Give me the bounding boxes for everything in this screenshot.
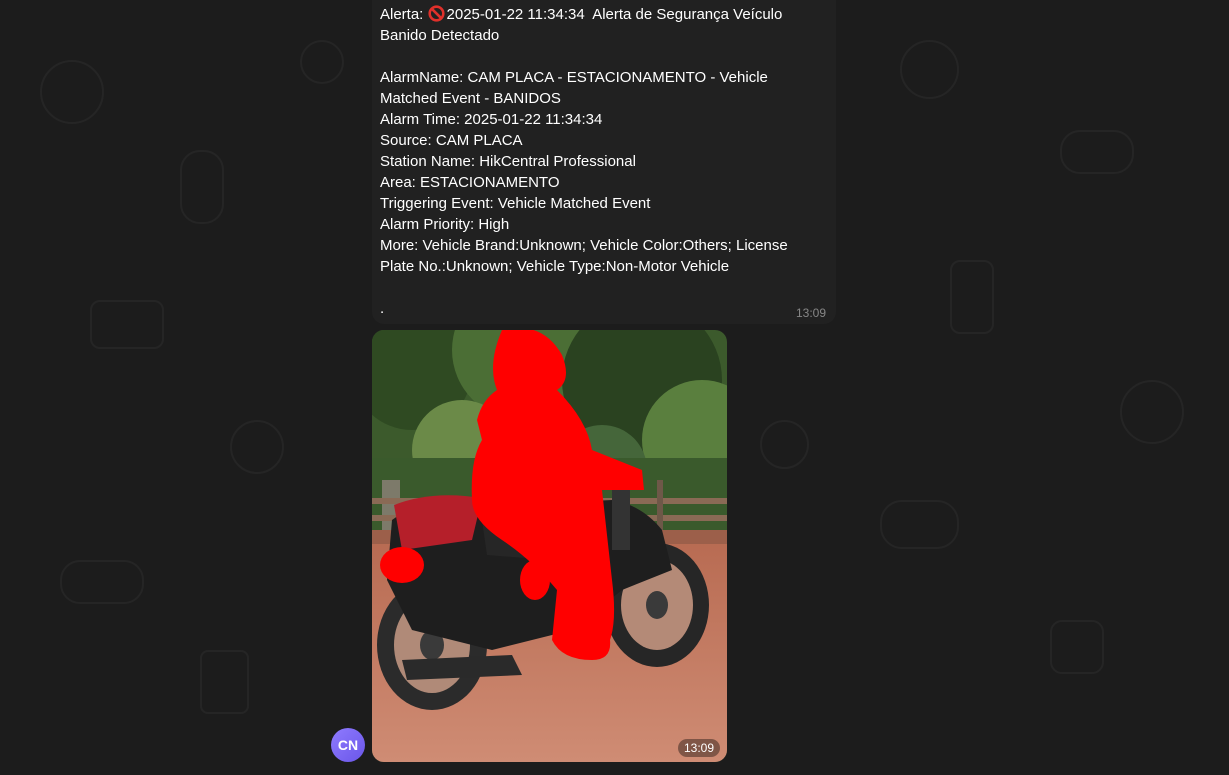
message-line [380,46,828,67]
message-line: Banido Detectado [380,25,828,46]
message-line-text: Station Name: HikCentral Professional [380,153,636,170]
message-line-text: Alarm Priority: High [380,216,510,233]
message-line-text: AlarmName: CAM PLACA - ESTACIONAMENTO - … [380,69,768,86]
sender-avatar[interactable]: CN [331,728,365,762]
message-line [380,277,828,298]
message-line-text: Matched Event - BANIDOS [380,90,561,107]
motorcycle-photo [372,330,727,762]
photo-time: 13:09 [677,739,720,757]
message-line: . [380,298,828,319]
message-line-text: Alarm Time: 2025-01-22 11:34:34 [380,111,603,128]
message-line: Alarm Time: 2025-01-22 11:34:34 [380,109,828,130]
message-line: Alarm Priority: High [380,214,828,235]
message-line: Matched Event - BANIDOS [380,88,828,109]
message-line-text: 2025-01-22 11:34:34 Alerta de Segurança … [446,6,783,23]
message-time: 13:09 [795,306,826,320]
message-line-text: Source: CAM PLACA [380,132,523,149]
message-line-text: Plate No.:Unknown; Vehicle Type:Non-Moto… [380,258,730,275]
message-line-text: Triggering Event: Vehicle Matched Event [380,195,651,212]
message-line: AlarmName: CAM PLACA - ESTACIONAMENTO - … [380,67,828,88]
alert-message-bubble[interactable]: Alerta: 2025-01-22 11:34:34 Alerta de Se… [372,0,836,324]
message-line-text: . [380,300,385,317]
message-line: Source: CAM PLACA [380,130,828,151]
message-line-text: Banido Detectado [380,27,500,44]
message-line: Station Name: HikCentral Professional [380,151,828,172]
message-line: More: Vehicle Brand:Unknown; Vehicle Col… [380,235,828,256]
alert-prefix: Alerta: [380,6,428,23]
message-line-text: More: Vehicle Brand:Unknown; Vehicle Col… [380,237,788,254]
message-line: Alerta: 2025-01-22 11:34:34 Alerta de Se… [380,4,828,25]
message-line-text: Area: ESTACIONAMENTO [380,174,560,191]
photo-message[interactable]: 13:09 [372,330,727,762]
message-line: Triggering Event: Vehicle Matched Event [380,193,828,214]
no-entry-icon [427,5,445,22]
message-line: Area: ESTACIONAMENTO [380,172,828,193]
message-line: Plate No.:Unknown; Vehicle Type:Non-Moto… [380,256,828,277]
message-text: Alerta: 2025-01-22 11:34:34 Alerta de Se… [380,4,828,319]
